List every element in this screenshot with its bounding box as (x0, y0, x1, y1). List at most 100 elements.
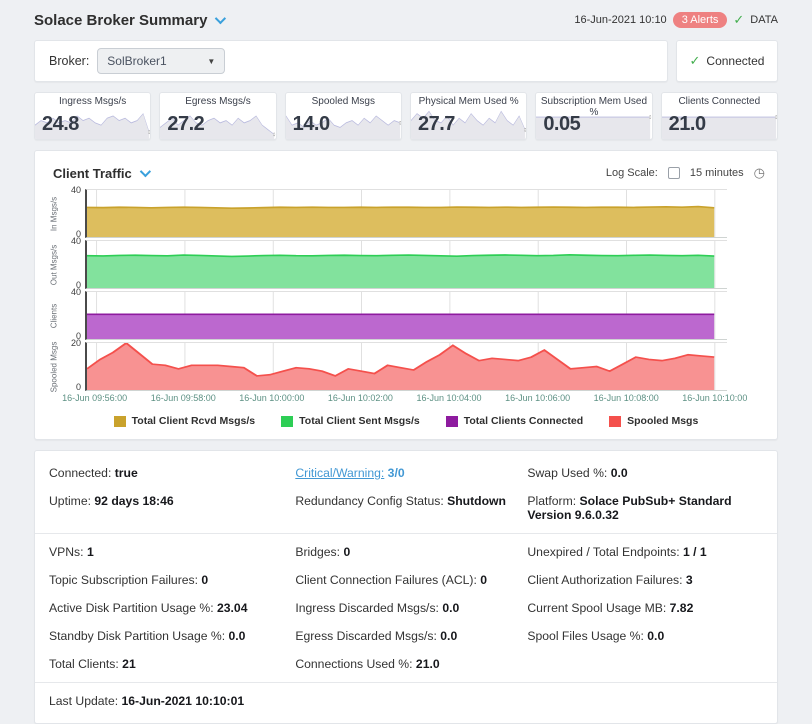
info-item: Egress Discarded Msgs/s: 0.0 (295, 622, 527, 650)
charts-stack: In Msgs/s400Out Msgs/s400 Clients 400 Spool… (47, 189, 765, 391)
time-range-label[interactable]: 15 minutes (690, 167, 744, 179)
info-label: Last Update: (49, 694, 118, 708)
info-value: 23.04 (217, 601, 248, 615)
info-label: Active Disk Partition Usage %: (49, 601, 214, 615)
alerts-badge[interactable]: 3 Alerts (673, 12, 728, 28)
info-item: Unexpired / Total Endpoints: 1 / 1 (527, 538, 763, 566)
info-value: 1 / 1 (683, 545, 707, 559)
stat-card-value: 27.2 (167, 113, 204, 136)
info-item: Ingress Discarded Msgs/s: 0.0 (295, 594, 527, 622)
stat-card-subscription-mem-used-[interactable]: Subscription Mem Used %0.05 (535, 92, 652, 140)
info-label: VPNs: (49, 545, 84, 559)
critical-warning-link[interactable]: Critical/Warning: 3/0 (295, 459, 527, 487)
info-section-1: Connected: trueCritical/Warning: 3/0Swap… (35, 455, 777, 533)
info-label: Egress Discarded Msgs/s: (295, 629, 437, 643)
info-label: Connections Used %: (295, 657, 412, 671)
chart-row-out-msgs-s: Out Msgs/s400 (47, 240, 765, 289)
chart-plot-area[interactable] (85, 189, 727, 238)
info-label: Bridges: (295, 545, 340, 559)
info-value: true (115, 466, 138, 480)
x-axis-tick: 16-Jun 10:06:00 (505, 393, 570, 403)
info-item: Connected: true (49, 459, 295, 487)
info-value: 1 (87, 545, 94, 559)
chart-plot-area[interactable] (85, 342, 727, 391)
connection-status-label: Connected (706, 54, 764, 68)
y-axis-ticks: 400 (61, 189, 85, 238)
legend-label: Total Client Sent Msgs/s (299, 415, 420, 427)
select-caret-icon: ▼ (207, 57, 215, 66)
stat-card-value: 27.7 (418, 113, 455, 136)
chart-plot-area[interactable] (85, 291, 727, 340)
stat-cards-row: Ingress Msgs/s24.8 Egress Msgs/s 27.2 Spool… (34, 92, 778, 140)
y-axis-ticks: 200 (61, 342, 85, 391)
info-item: Active Disk Partition Usage %: 23.04 (49, 594, 295, 622)
info-value: 3 (686, 573, 693, 587)
info-item: Standby Disk Partition Usage %: 0.0 (49, 622, 295, 650)
data-check-icon: ✓ (733, 12, 744, 28)
legend-label: Total Clients Connected (464, 415, 583, 427)
stat-card-label: Clients Connected (662, 96, 777, 107)
y-axis-title: Spooled Msgs (50, 341, 59, 392)
stat-card-ingress-msgs-s[interactable]: Ingress Msgs/s24.8 (34, 92, 151, 140)
info-value: 0.0 (647, 629, 664, 643)
broker-label: Broker: (49, 54, 89, 68)
x-axis-tick: 16-Jun 09:56:00 (62, 393, 127, 403)
info-label: Uptime: (49, 494, 91, 508)
info-label: Topic Subscription Failures: (49, 573, 198, 587)
chart-plot-area[interactable] (85, 240, 727, 289)
info-item: Uptime: 92 days 18:46 (49, 487, 295, 529)
y-axis-ticks: 400 (61, 240, 85, 289)
legend-label: Total Client Rcvd Msgs/s (132, 415, 256, 427)
info-label: Swap Used %: (527, 466, 607, 480)
page-title: Solace Broker Summary (34, 12, 207, 29)
legend-item[interactable]: Total Client Rcvd Msgs/s (114, 415, 256, 427)
info-value: 3/0 (388, 466, 405, 480)
chart-row-in-msgs-s: In Msgs/s400 (47, 189, 765, 238)
info-section-2: VPNs: 1Bridges: 0Unexpired / Total Endpo… (35, 533, 777, 682)
broker-select-value: SolBroker1 (107, 54, 166, 68)
info-value: Shutdown (447, 494, 506, 508)
x-axis-tick: 16-Jun 10:02:00 (328, 393, 393, 403)
info-label: Critical/Warning: (295, 466, 384, 480)
broker-select[interactable]: SolBroker1 ▼ (97, 48, 225, 74)
chevron-down-icon[interactable] (215, 13, 226, 24)
info-label: Current Spool Usage MB: (527, 601, 666, 615)
stat-card-label: Egress Msgs/s (160, 96, 275, 107)
info-label: Client Authorization Failures: (527, 573, 682, 587)
legend-item[interactable]: Total Client Sent Msgs/s (281, 415, 420, 427)
stat-card-label: Spooled Msgs (286, 96, 401, 107)
legend-swatch-icon (281, 416, 293, 427)
info-item: Swap Used %: 0.0 (527, 459, 763, 487)
header-timestamp: 16-Jun-2021 10:10 (574, 14, 666, 26)
stat-card-label: Physical Mem Used % (411, 96, 526, 107)
legend-swatch-icon (609, 416, 621, 427)
chevron-down-icon[interactable] (140, 166, 151, 177)
stat-card-value: 14.0 (293, 113, 330, 136)
x-axis-tick: 16-Jun 10:04:00 (416, 393, 481, 403)
client-traffic-panel: Client Traffic Log Scale: 15 minutes ◷ I… (34, 150, 778, 440)
top-bar: Solace Broker Summary 16-Jun-2021 10:10 … (34, 8, 778, 32)
info-value: 0.0 (442, 601, 459, 615)
broker-info-panel: Connected: trueCritical/Warning: 3/0Swap… (34, 450, 778, 724)
broker-row: Broker: SolBroker1 ▼ ✓ Connected (34, 40, 778, 82)
connected-check-icon: ✓ (690, 53, 701, 69)
log-scale-checkbox[interactable] (668, 167, 680, 179)
info-value: 0.0 (440, 629, 457, 643)
y-axis-title: Clients (50, 303, 59, 327)
stat-card-spooled-msgs[interactable]: Spooled Msgs 14.0 (285, 92, 402, 140)
info-item: Last Update: 16-Jun-2021 10:10:01 (49, 687, 295, 715)
info-label: Unexpired / Total Endpoints: (527, 545, 679, 559)
info-item: Topic Subscription Failures: 0 (49, 566, 295, 594)
clock-icon[interactable]: ◷ (754, 165, 765, 181)
info-value: 0.0 (611, 466, 628, 480)
info-section-3: Last Update: 16-Jun-2021 10:10:01 (35, 682, 777, 719)
stat-card-egress-msgs-s[interactable]: Egress Msgs/s 27.2 (159, 92, 276, 140)
stat-card-physical-mem-used-[interactable]: Physical Mem Used % 27.7 (410, 92, 527, 140)
legend-item[interactable]: Total Clients Connected (446, 415, 583, 427)
info-item: Current Spool Usage MB: 7.82 (527, 594, 763, 622)
info-value: 21.0 (416, 657, 440, 671)
info-label: Client Connection Failures (ACL): (295, 573, 477, 587)
legend-item[interactable]: Spooled Msgs (609, 415, 698, 427)
stat-card-clients-connected[interactable]: Clients Connected21.0 (661, 92, 778, 140)
broker-card: Broker: SolBroker1 ▼ (34, 40, 668, 82)
